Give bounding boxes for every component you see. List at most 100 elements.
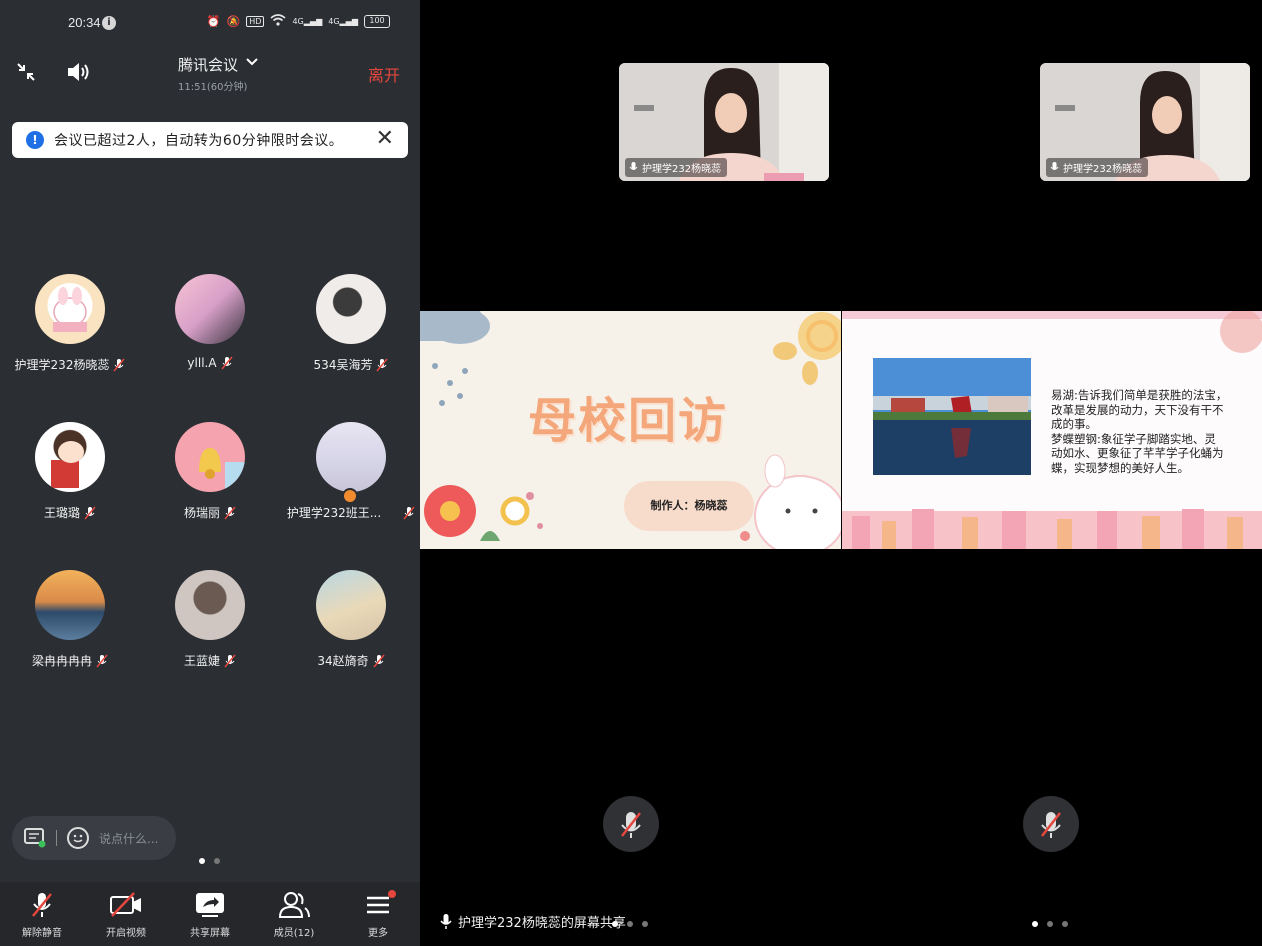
page-dot[interactable]	[214, 858, 220, 864]
member-name: 王蓝婕	[183, 654, 220, 668]
video-label: 开启视频	[106, 928, 146, 939]
member-item[interactable]: 梁冉冉冉冉	[0, 570, 140, 669]
mic-muted-icon	[224, 654, 236, 668]
meeting-panel: 20:34 i ⏰ 🔕 HD 4G▂▄▆ 4G▂▄▆ 100 腾讯会议 11:5…	[0, 0, 420, 946]
notification-badge	[388, 890, 396, 898]
mic-muted-icon	[376, 358, 389, 372]
avatar	[35, 274, 105, 344]
mic-icon	[440, 913, 452, 929]
meeting-title[interactable]: 腾讯会议	[178, 54, 238, 75]
member-item[interactable]: 杨瑞丽	[140, 422, 280, 521]
share-screen-icon	[196, 893, 224, 917]
member-name-row: 梁冉冉冉冉	[0, 652, 140, 669]
mute-bell-icon: 🔕	[226, 15, 241, 28]
signal-icon-2: 4G▂▄▆	[328, 17, 358, 26]
unmute-label: 解除静音	[22, 928, 62, 939]
page-dot[interactable]	[642, 921, 648, 927]
avatar	[175, 570, 245, 640]
share-text: 护理学232杨晓蕊的屏幕共享	[458, 916, 626, 931]
members-label: 成员(12)	[273, 928, 315, 939]
slide-text-line: 改革是发展的动力，天下没有干不	[1051, 402, 1224, 417]
close-icon[interactable]: ✕	[376, 128, 394, 150]
member-name-row: 杨瑞丽	[140, 504, 280, 521]
more-label: 更多	[368, 928, 388, 939]
hd-icon: HD	[246, 16, 265, 27]
limit-notice: ! 会议已超过2人，自动转为60分钟限时会议。 ✕	[12, 122, 408, 158]
alarm-icon: ⏰	[206, 15, 221, 28]
video-label: 护理学232杨晓蕊	[1046, 158, 1149, 177]
member-name: 护理学232班王...	[286, 506, 382, 520]
members-button[interactable]: 成员(12)	[252, 882, 336, 946]
chat-icon[interactable]	[24, 828, 46, 848]
member-name: 梁冉冉冉冉	[31, 654, 92, 668]
member-name-row: 王璐璐	[0, 504, 140, 521]
member-item[interactable]: 534吴海芳	[281, 274, 421, 373]
share-page-indicator	[1032, 921, 1068, 927]
member-item[interactable]: 34赵旖奇	[281, 570, 421, 669]
chevron-down-icon[interactable]	[245, 56, 259, 71]
minimize-icon[interactable]	[14, 60, 38, 84]
chat-bar[interactable]: 说点什么...	[12, 816, 176, 860]
member-name: 34赵旖奇	[317, 654, 369, 668]
mic-toggle-button[interactable]	[1023, 796, 1079, 852]
member-item[interactable]: 王蓝婕	[140, 570, 280, 669]
member-item[interactable]: 王璐璐	[0, 422, 140, 521]
mic-icon	[629, 161, 638, 170]
slide-text-line: 梦蝶塑钢:象征学子脚踏实地、灵	[1051, 431, 1216, 446]
unmute-button[interactable]: 解除静音	[0, 882, 84, 946]
chat-input[interactable]: 说点什么...	[99, 830, 158, 847]
slide-text-line: 动如水、更象征了芊芊学子化蛹为	[1051, 446, 1224, 460]
mic-toggle-button[interactable]	[603, 796, 659, 852]
campus-photo	[873, 358, 1031, 475]
leave-button[interactable]: 离开	[368, 62, 400, 86]
page-dot[interactable]	[1047, 921, 1053, 927]
page-dot[interactable]	[1032, 921, 1038, 927]
member-item[interactable]: ylll.A	[140, 274, 280, 370]
shared-slide-cover: 母校回访 制作人：杨晓蕊	[420, 311, 841, 549]
avatar	[175, 422, 245, 492]
share-screen-button[interactable]: 共享屏幕	[168, 882, 252, 946]
emoji-icon[interactable]	[67, 827, 89, 849]
page-dot[interactable]	[627, 921, 633, 927]
video-label: 护理学232杨晓蕊	[625, 158, 728, 177]
network-2: 4G	[328, 17, 340, 26]
avatar	[35, 422, 105, 492]
mic-muted-icon	[84, 506, 96, 520]
status-time: 20:34	[68, 15, 101, 30]
info-icon: i	[102, 16, 116, 30]
slide-text-line: 蝶，实现梦想的美好人生。	[1051, 460, 1189, 475]
more-button[interactable]: 更多	[336, 882, 420, 946]
page-dot[interactable]	[199, 858, 205, 864]
member-item[interactable]: 护理学232班王...	[281, 422, 421, 521]
slide-text-line: 成的事。	[1051, 417, 1097, 431]
meeting-duration: 11:51(60分钟)	[178, 82, 248, 93]
status-icons: ⏰ 🔕 HD 4G▂▄▆ 4G▂▄▆ 100	[207, 14, 390, 29]
network-1: 4G	[292, 17, 304, 26]
avatar	[316, 422, 386, 492]
video-name: 护理学232杨晓蕊	[642, 164, 722, 175]
member-page-indicator	[199, 858, 220, 864]
divider	[56, 830, 57, 846]
signal-icon-1: 4G▂▄▆	[292, 17, 323, 26]
notice-text: 会议已超过2人，自动转为60分钟限时会议。	[54, 133, 344, 149]
page-dot[interactable]	[612, 921, 618, 927]
battery-icon: 100	[364, 15, 390, 28]
avatar	[316, 570, 386, 640]
page-dot[interactable]	[1062, 921, 1068, 927]
mic-muted-icon	[220, 356, 233, 370]
member-name-row: 534吴海芳	[281, 356, 421, 373]
shared-slide-content: 易湖:告诉我们简单是获胜的法宝， 改革是发展的动力，天下没有干不 成的事。 梦蝶…	[842, 311, 1262, 549]
mic-icon	[1050, 161, 1059, 170]
video-tile[interactable]: 护理学232杨晓蕊	[1040, 63, 1250, 181]
members-icon	[278, 892, 310, 918]
avatar	[175, 274, 245, 344]
member-name: ylll.A	[187, 356, 217, 370]
member-name: 护理学232杨晓蕊	[14, 358, 110, 372]
start-video-button[interactable]: 开启视频	[84, 882, 168, 946]
host-badge	[342, 488, 358, 504]
member-item[interactable]: 护理学232杨晓蕊	[0, 274, 140, 373]
mic-muted-icon	[1041, 812, 1061, 838]
video-tile[interactable]: 护理学232杨晓蕊	[619, 63, 829, 181]
mic-muted-icon	[96, 654, 108, 668]
speaker-icon[interactable]	[66, 60, 92, 84]
